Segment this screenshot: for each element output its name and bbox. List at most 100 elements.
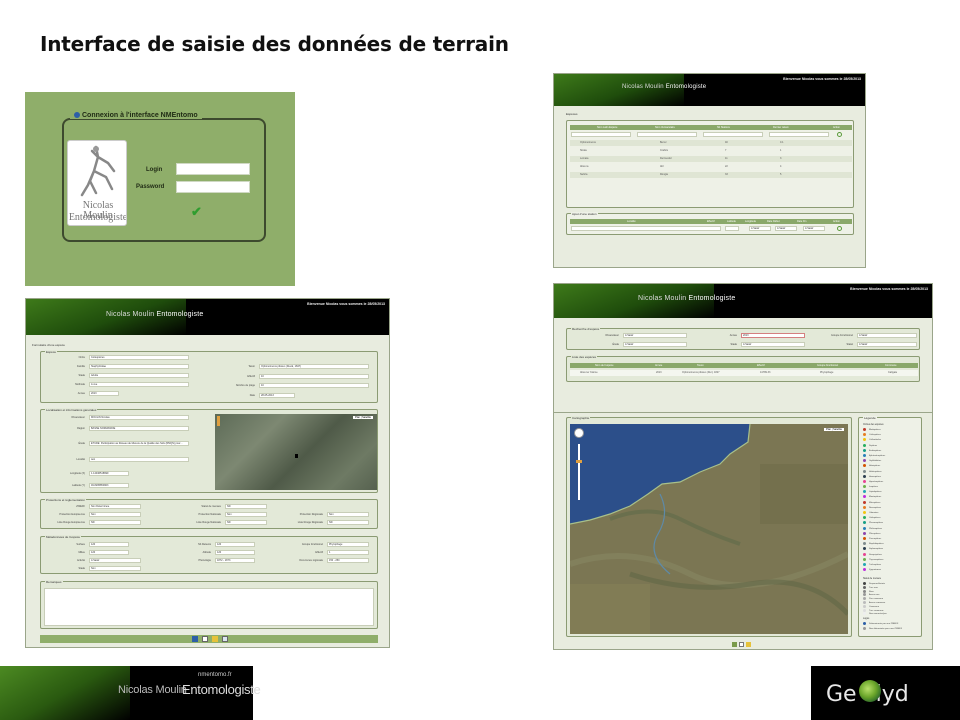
legend-marker-icon: [863, 562, 866, 566]
legend-item-label: Tres commune: [869, 609, 884, 612]
save-icon[interactable]: [192, 636, 198, 642]
phenologie-select[interactable]: 1872 - 1873: [215, 558, 255, 563]
table-row[interactable]: Nebria Rongia 33 5: [570, 172, 852, 178]
remarks-fieldset: Remarques: [40, 580, 378, 629]
piege-input[interactable]: 10: [259, 383, 369, 388]
legend-item-label: Rare: [869, 590, 874, 593]
legend-marker-icon: [863, 485, 866, 489]
localite-input[interactable]: test: [89, 457, 189, 462]
pan-control-icon[interactable]: [574, 428, 584, 438]
locate-icon[interactable]: [732, 642, 737, 647]
results-fieldset: Liste des espèces Nom de l'espèce Année …: [566, 355, 920, 382]
effectif-input[interactable]: 10: [259, 374, 369, 379]
table-row[interactable]: Abax ia Abl 22 4: [570, 164, 852, 170]
statut-select[interactable]: A Saisir: [857, 342, 917, 347]
prot-nat-select[interactable]: Non: [225, 512, 267, 517]
prot-eu-select[interactable]: Non: [89, 512, 141, 517]
annee-select[interactable]: 2013: [89, 391, 119, 396]
legend-item-label: Hyménoptères: [869, 480, 884, 483]
famille-select[interactable]: Staphylinidae: [89, 364, 189, 369]
slide-title: Interface de saisie des données de terra…: [40, 32, 509, 56]
stade-select[interactable]: A Saisir: [741, 342, 805, 347]
occurrence-select[interactable]: 150 - 250: [327, 558, 369, 563]
lr-eu-select[interactable]: ND: [89, 520, 141, 525]
observateur-select[interactable]: MOULIN Nicolas: [89, 415, 189, 420]
ordre-select[interactable]: Coléoptères: [89, 355, 189, 360]
legend-marker-icon: [863, 495, 866, 499]
search-icon[interactable]: [837, 132, 842, 137]
zoom-slider[interactable]: [578, 444, 580, 500]
effectif-input[interactable]: [725, 226, 739, 231]
legend-item-label: Ephéméroptères: [869, 455, 886, 458]
date-input[interactable]: 28-05-2013: [259, 393, 295, 398]
annee-select[interactable]: 2013: [741, 333, 805, 338]
legend-marker-icon: [863, 531, 866, 535]
filter-input[interactable]: [571, 132, 631, 137]
legend-item-label: Tres rare: [869, 586, 878, 589]
legend-item-label: Raphidioptères: [869, 543, 884, 546]
protection-fieldset: Protections et réglementation ZNIEFF Non…: [40, 498, 378, 529]
latitude-input[interactable]: 49.8295850903: [89, 483, 129, 488]
activite-select[interactable]: A Saisir: [89, 558, 141, 563]
zoom-handle[interactable]: [576, 460, 582, 463]
map-type-toggle[interactable]: Plan | Satellite: [824, 428, 844, 431]
groupe-select[interactable]: A Saisir: [857, 333, 917, 338]
map-type-toggle[interactable]: Plan | Satellite: [353, 416, 373, 419]
znieff-select[interactable]: Non Déterminée: [89, 504, 141, 509]
date-select[interactable]: A Saisir: [803, 226, 825, 231]
taxon-select[interactable]: Ophonomerus pilosus (Duval, 1847): [259, 364, 369, 369]
location-map[interactable]: Plan | Satellite: [215, 414, 377, 490]
zoom-control[interactable]: [217, 416, 220, 426]
login-label: Login: [146, 167, 163, 173]
methode-select[interactable]: A vue: [89, 382, 189, 387]
table-row[interactable]: Lomata Dermestid 11 3: [570, 156, 852, 162]
export-icon[interactable]: [222, 636, 228, 642]
legend-marker-icon: [863, 469, 866, 473]
welcome-text: Bienvenue Nicolas vous sommes le 28/05/2…: [850, 287, 928, 291]
releve-input[interactable]: 120: [215, 542, 255, 547]
password-input[interactable]: [176, 181, 250, 193]
etude-select[interactable]: A Saisir: [623, 342, 687, 347]
region-select[interactable]: BASSE NORMANDIE: [89, 426, 189, 431]
lr-nat-select[interactable]: ND: [225, 520, 267, 525]
add-icon[interactable]: [837, 226, 842, 231]
app-header: Nicolas Moulin Entomologiste Bienvenue N…: [554, 284, 932, 318]
filter-input[interactable]: [637, 132, 697, 137]
groupe-select[interactable]: Phytophage: [327, 542, 369, 547]
table-row[interactable]: Abax ter 31ème 2013 Ophonomerus pilosus …: [570, 370, 918, 376]
legend-marker-icon: [863, 536, 866, 540]
login-submit-check-icon[interactable]: ✔: [191, 204, 202, 220]
remarks-textarea[interactable]: [44, 588, 374, 626]
filter-input[interactable]: [703, 132, 763, 137]
lr-reg-select[interactable]: ND: [327, 520, 369, 525]
password-label: Password: [136, 184, 165, 190]
date-select[interactable]: A Saisir: [775, 226, 797, 231]
date-select[interactable]: A Saisir: [749, 226, 771, 231]
legend-item-label: Lépidoptères: [869, 491, 882, 494]
print-icon[interactable]: [739, 642, 744, 647]
altitude-input[interactable]: 120: [215, 550, 255, 555]
export-icon[interactable]: [746, 642, 751, 647]
filter-input[interactable]: [769, 132, 829, 137]
legend-item-label: Psocoptères: [869, 538, 882, 541]
legend-marker-icon: [863, 568, 866, 572]
meta-stade-select[interactable]: Non: [89, 566, 141, 571]
etude-select[interactable]: ETUDE: Participation au Réseau de Mesure…: [89, 441, 189, 446]
cartography-map[interactable]: Plan | Satellite: [570, 424, 848, 634]
prot-reg-select[interactable]: Non: [327, 512, 369, 517]
print-icon[interactable]: [202, 636, 208, 642]
table-row[interactable]: Strata Crabris 7 1: [570, 148, 852, 154]
statut-select[interactable]: ND: [225, 504, 267, 509]
observateur-select[interactable]: A Saisir: [623, 333, 687, 338]
edit-icon[interactable]: [212, 636, 218, 642]
app-header: Nicolas Moulin Entomologiste Bienvenue N…: [26, 299, 389, 335]
table-row[interactable]: Ophonomerus Benvr 40 0.1: [570, 140, 852, 146]
milieu-input[interactable]: 120: [89, 550, 129, 555]
meta-effectif-select[interactable]: 1: [327, 550, 369, 555]
longitude-input[interactable]: 1.14046518699: [89, 471, 129, 476]
stade-select[interactable]: Adulte: [89, 373, 189, 378]
surface-input[interactable]: 120: [89, 542, 129, 547]
login-input[interactable]: [176, 163, 250, 175]
localite-input[interactable]: [571, 226, 721, 231]
legend-item-label: Déterminants par une ZNIEFF: [869, 623, 899, 626]
